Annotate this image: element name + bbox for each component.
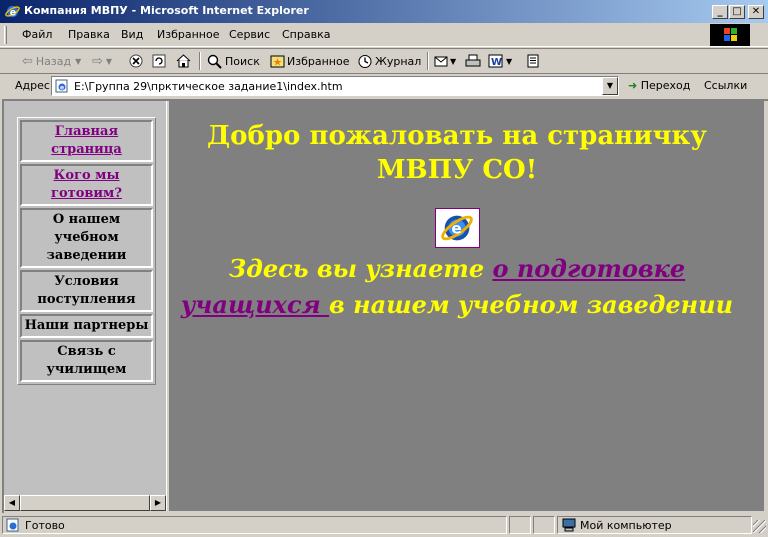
menu-bar: Файл Правка Вид Избранное Сервис Справка <box>0 23 768 47</box>
menu-grip <box>4 26 7 44</box>
close-button[interactable]: ✕ <box>748 5 764 19</box>
status-cell <box>533 516 555 534</box>
nav-link-home[interactable]: Главная страница <box>20 120 153 162</box>
scroll-thumb[interactable] <box>20 495 150 511</box>
main-frame: Добро пожаловать на страничку МВПУ СО! e… <box>170 101 764 511</box>
edit-button[interactable]: W ▼ <box>488 53 512 69</box>
forward-dropdown-icon[interactable]: ▼ <box>106 57 112 66</box>
address-value: E:\Группа 29\прктическое задание1\index.… <box>74 80 343 93</box>
address-bar: Адрес e E:\Группа 29\прктическое задание… <box>0 73 768 97</box>
tagline-text-end: в нашем учебном заведении <box>329 290 734 319</box>
svg-text:e: e <box>451 220 461 238</box>
word-edit-icon: W <box>488 54 503 68</box>
windows-logo-icon <box>710 24 750 46</box>
favorites-label: Избранное <box>287 54 350 68</box>
search-icon <box>207 54 222 69</box>
my-computer-icon <box>562 518 576 532</box>
forward-arrow-icon: ⇨ <box>92 53 103 69</box>
search-button[interactable]: Поиск <box>207 53 260 69</box>
menu-favorites[interactable]: Избранное <box>157 28 219 41</box>
svg-text:W: W <box>491 57 502 68</box>
forward-button[interactable]: ⇨ ▼ <box>92 53 112 69</box>
links-button[interactable]: Ссылки <box>704 79 747 92</box>
svg-text:e: e <box>60 85 64 92</box>
minimize-button[interactable]: _ <box>712 5 728 19</box>
status-bar: Готово Мой компьютер <box>0 514 768 537</box>
status-text: Готово <box>25 519 65 532</box>
standard-toolbar: ⇦ Назад ▼ ⇨ ▼ Поиск Избранное Журнал ▼ W… <box>0 48 768 72</box>
printer-icon <box>465 54 481 67</box>
address-input[interactable]: e E:\Группа 29\прктическое задание1\inde… <box>51 76 619 96</box>
favorites-icon <box>270 55 285 68</box>
page-icon <box>6 518 19 532</box>
resize-grip-icon[interactable] <box>753 520 766 533</box>
navigation-frame: Главная страница Кого мы готовим? О наше… <box>4 101 168 511</box>
print-button[interactable] <box>465 53 481 69</box>
back-label: Назад <box>35 54 72 68</box>
maximize-button[interactable]: □ <box>729 5 745 19</box>
page-icon: e <box>55 79 68 93</box>
address-label: Адрес <box>15 79 50 92</box>
title-bar: e Компания МВПУ - Microsoft Internet Exp… <box>0 0 768 23</box>
window-title: Компания МВПУ - Microsoft Internet Explo… <box>24 4 309 17</box>
nav-item-about: О нашем учебном заведении <box>20 208 153 268</box>
horizontal-scrollbar[interactable]: ◀ ▶ <box>4 495 166 511</box>
stop-icon <box>129 54 143 68</box>
back-arrow-icon: ⇦ <box>22 53 33 69</box>
home-icon <box>176 54 191 68</box>
menu-edit[interactable]: Правка <box>68 28 110 41</box>
go-label: Переход <box>640 79 691 92</box>
scroll-right-icon[interactable]: ▶ <box>150 495 166 511</box>
nav-item-contact: Связь с училищем <box>20 340 153 382</box>
toolbar-separator <box>427 52 429 70</box>
mail-icon <box>434 56 448 67</box>
document-icon <box>527 54 539 68</box>
mail-button[interactable]: ▼ <box>434 53 456 69</box>
address-dropdown-icon[interactable]: ▼ <box>602 77 618 95</box>
nav-item-admission: Условия поступления <box>20 270 153 312</box>
home-button[interactable] <box>176 53 191 69</box>
favorites-button[interactable]: Избранное <box>270 53 349 69</box>
back-dropdown-icon[interactable]: ▼ <box>75 57 81 66</box>
history-icon <box>358 54 372 68</box>
welcome-heading: Добро пожаловать на страничку МВПУ СО! <box>207 121 707 185</box>
menu-file[interactable]: Файл <box>22 28 52 41</box>
nav-link-who-we-train[interactable]: Кого мы готовим? <box>20 164 153 206</box>
back-button[interactable]: ⇦ Назад ▼ <box>22 53 81 69</box>
menu-tools[interactable]: Сервис <box>229 28 270 41</box>
history-button[interactable]: Журнал <box>357 53 421 69</box>
refresh-icon <box>152 54 166 68</box>
stop-button[interactable] <box>129 53 143 69</box>
edit-dropdown-icon[interactable]: ▼ <box>506 57 512 66</box>
tagline-text-start: Здесь вы узнаете <box>228 254 493 283</box>
tagline: Здесь вы узнаете о подготовке учащихся в… <box>170 251 744 323</box>
menu-help[interactable]: Справка <box>282 28 330 41</box>
zone-label: Мой компьютер <box>580 519 672 532</box>
svg-text:e: e <box>10 7 16 18</box>
menu-view[interactable]: Вид <box>121 28 143 41</box>
go-arrow-icon: ➜ <box>628 79 638 92</box>
history-label: Журнал <box>375 54 422 68</box>
search-label: Поиск <box>225 54 260 68</box>
discuss-button[interactable] <box>526 53 540 69</box>
mail-dropdown-icon[interactable]: ▼ <box>450 57 456 66</box>
scroll-left-icon[interactable]: ◀ <box>4 495 20 511</box>
ie-globe-icon: e <box>435 208 480 248</box>
go-button[interactable]: ➜ Переход <box>628 79 690 92</box>
ie-logo-icon: e <box>5 5 20 18</box>
status-zone: Мой компьютер <box>557 516 752 534</box>
refresh-button[interactable] <box>152 53 166 69</box>
status-cell <box>509 516 531 534</box>
nav-table: Главная страница Кого мы готовим? О наше… <box>17 117 156 385</box>
nav-item-partners: Наши партнеры <box>20 314 153 338</box>
status-main: Готово <box>2 516 507 534</box>
toolbar-separator <box>199 52 201 70</box>
